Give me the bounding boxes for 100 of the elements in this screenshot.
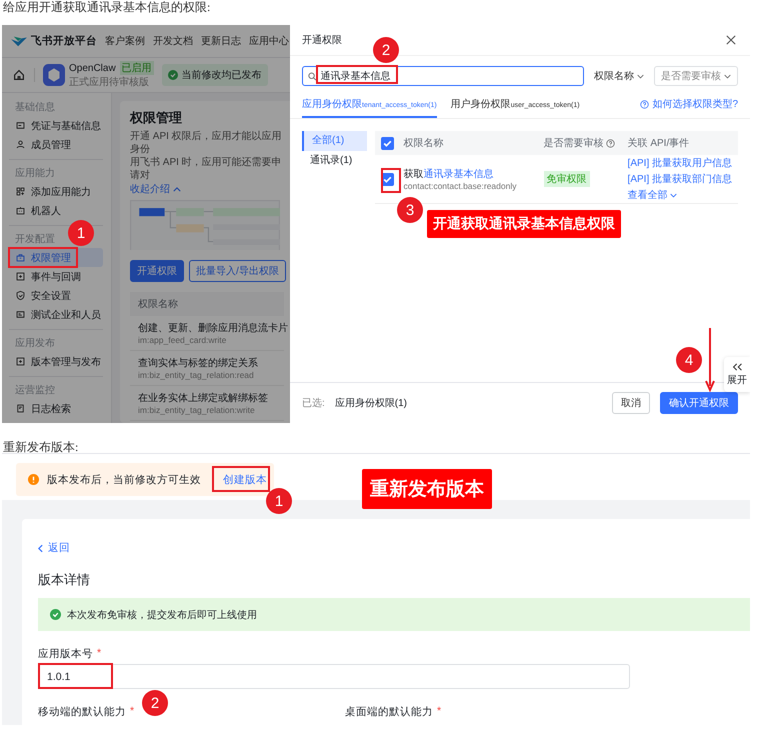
permission-code: im:biz_entity_tag_relation:write [138, 405, 255, 415]
sidebar-heading: 基础信息 [14, 100, 55, 115]
checkbox[interactable] [380, 136, 394, 150]
field-label: 移动端的默认能力 [38, 705, 126, 719]
chevron-up-icon [173, 186, 181, 192]
permission-name: 查询实体与标签的绑定关系 [138, 356, 258, 370]
sidebar-item[interactable]: 添加应用能力 [9, 182, 103, 201]
permission-code: contact:contact.base:readonly [404, 180, 516, 190]
description-text: 用飞书 API 时，应用可能还需要申请对 [130, 156, 283, 182]
column-header: 是否需要审核 [544, 136, 604, 150]
nav-link[interactable]: 更新日志 [201, 34, 241, 48]
sidebar-item[interactable]: 安全设置 [9, 286, 103, 305]
app-subtitle: 正式应用待审核版 [69, 76, 150, 89]
expand-tab[interactable]: 展开 [724, 357, 750, 392]
app-icon [43, 64, 65, 86]
highlight-frame [381, 168, 401, 193]
footer-button[interactable]: 取消 [612, 392, 650, 414]
sidebar-heading: 应用发布 [14, 336, 55, 351]
plus-box-icon [15, 271, 26, 282]
caret-icon [724, 74, 731, 78]
field-label: 桌面端的默认能力 [345, 705, 433, 719]
sidebar-heading: 应用能力 [14, 166, 55, 181]
sidebar-heading: 开发配置 [14, 232, 55, 247]
status-tag: 已启用 [120, 61, 154, 75]
card-icon [15, 120, 26, 131]
logo-icon [10, 34, 28, 48]
permission-link[interactable]: 通讯录基本信息 [424, 166, 494, 180]
nav-link[interactable]: 开发文档 [153, 34, 193, 48]
sidebar-item[interactable]: 凭证与基础信息 [9, 116, 103, 135]
caption-text: 给应用开通获取通讯录基本信息的权限: [2, 0, 212, 16]
home-icon[interactable] [12, 68, 26, 82]
arrow [705, 328, 715, 392]
permission-name: 创建、更新、删除应用消息流卡片 [138, 322, 288, 335]
help-icon [606, 138, 615, 148]
help-link[interactable]: 如何选择权限类型? [640, 97, 738, 118]
logo-text: 飞书开放平台 [31, 34, 97, 48]
action-button[interactable]: 开通权限 [130, 260, 184, 282]
check-circle-icon [168, 70, 178, 80]
review-tag: 免审权限 [544, 171, 590, 187]
footer-button[interactable]: 确认开通权限 [660, 392, 738, 414]
status-text: 当前修改均已发布 [182, 68, 262, 82]
chevron-down-icon [670, 192, 677, 198]
nav-link[interactable]: 客户案例 [105, 34, 145, 48]
view-all-link[interactable]: 查看全部 [628, 188, 677, 202]
notice-text: 版本发布后，当前修改方可生效 [47, 472, 201, 486]
warning-icon [28, 474, 39, 485]
app-name: OpenClaw [69, 62, 116, 74]
section-title: 版本详情 [38, 571, 90, 589]
plus-box-icon [15, 356, 26, 367]
description-text: 开通 API 权限后，应用才能以应用身份 [130, 130, 283, 156]
person-icon [15, 139, 26, 150]
column-header: 权限名称 [404, 136, 445, 150]
action-button[interactable]: 批量导入/导出权限 [189, 260, 286, 282]
grid-icon [15, 186, 26, 197]
sidebar-item[interactable]: 成员管理 [9, 135, 103, 154]
document-icon [15, 403, 26, 414]
column-header: 权限名称 [138, 299, 178, 310]
selected-label: 已选: [302, 396, 325, 410]
sidebar-item[interactable]: 版本管理与发布 [9, 352, 103, 371]
create-version-link[interactable]: 创建版本 [223, 472, 267, 486]
required-mark: * [130, 705, 134, 719]
search-field[interactable]: 通讯录基本信息 [302, 66, 584, 86]
api-link[interactable]: [API] 批量获取用户信息 [628, 156, 732, 170]
sidebar-item[interactable]: 日志检索 [9, 399, 103, 418]
version-input[interactable]: 1.0.1 [38, 664, 630, 689]
sidebar-item[interactable]: 事件与回调 [9, 267, 103, 286]
search-icon [308, 72, 317, 80]
drawer-title: 开通权限 [302, 34, 342, 47]
annotation-banner: 开通获取通讯录基本信息权限 [427, 210, 621, 238]
id-card-icon [15, 309, 26, 320]
highlight-frame [212, 466, 270, 492]
alert-text: 本次发布免审核，提交发布后即可上线使用 [67, 608, 257, 622]
sidebar-item[interactable]: 机器人 [9, 201, 103, 220]
field-label: 应用版本号 [38, 647, 93, 661]
double-chevron-icon [732, 362, 742, 370]
permission-name: 获取 [404, 168, 424, 180]
required-mark: * [97, 647, 102, 661]
chevron-left-icon [38, 544, 43, 552]
api-link[interactable]: [API] 批量获取部门信息 [628, 172, 732, 186]
bag-icon [15, 252, 26, 263]
permission-code: im:biz_entity_tag_relation:read [138, 370, 254, 380]
caption-text: 重新发布版本: [2, 439, 80, 453]
sidebar-item[interactable]: 测试企业和人员 [9, 305, 103, 324]
annotation-banner: 重新发布版本 [362, 469, 492, 509]
category-item[interactable]: 通讯录(1) [302, 151, 367, 171]
permission-name: 在业务实体上绑定或解绑标签 [138, 392, 268, 405]
caret-icon [637, 74, 644, 78]
close-icon[interactable] [726, 35, 736, 45]
nav-link[interactable]: 应用中心 [249, 34, 289, 48]
question-icon [640, 100, 650, 108]
category-item[interactable]: 全部(1) [302, 131, 367, 151]
required-mark: * [437, 705, 442, 719]
check-circle-icon [50, 609, 61, 620]
filter-dropdown[interactable]: 是否需要审核 [654, 66, 738, 86]
shield-icon [15, 290, 26, 301]
back-link[interactable]: 返回 [38, 541, 70, 555]
highlight-frame [8, 247, 78, 268]
collapse-link[interactable]: 收起介绍 [130, 182, 181, 196]
sidebar-heading: 运营监控 [14, 384, 55, 398]
permission-code: im:app_feed_card:write [138, 335, 226, 345]
